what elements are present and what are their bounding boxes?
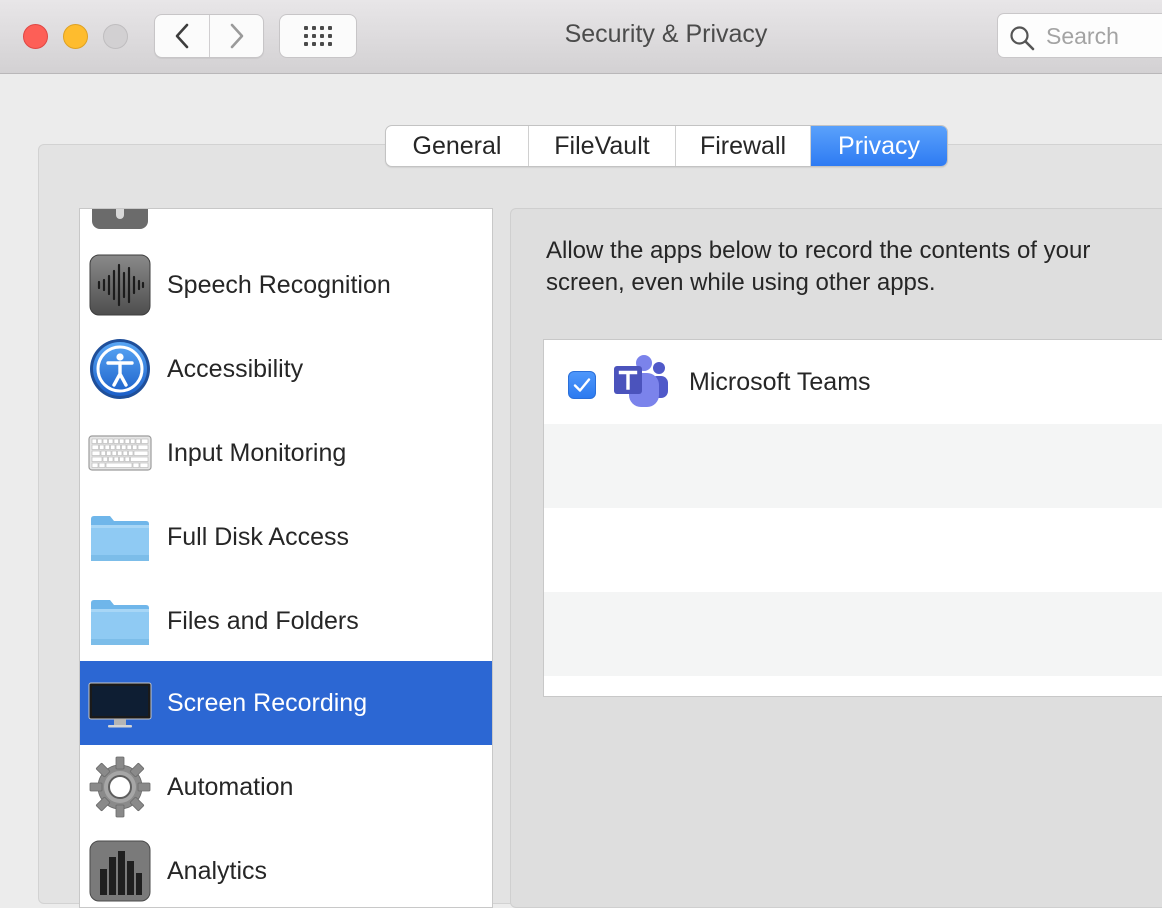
app-enabled-checkbox[interactable] [568, 371, 596, 399]
tab-privacy[interactable]: Privacy [811, 126, 947, 166]
navigation-buttons [154, 14, 264, 58]
category-microphone[interactable] [80, 209, 492, 243]
accessibility-icon [90, 339, 150, 399]
category-full-disk-access[interactable]: Full Disk Access [80, 495, 492, 579]
category-label: Full Disk Access [167, 523, 349, 551]
category-label: Analytics [167, 857, 268, 885]
microsoft-teams-icon [614, 355, 668, 407]
grid-icon [304, 26, 332, 46]
app-list[interactable]: Microsoft Teams [543, 339, 1162, 697]
search-input[interactable] [1044, 20, 1162, 52]
minimize-window-button[interactable] [63, 24, 88, 49]
display-icon [88, 682, 152, 728]
keyboard-icon [88, 435, 152, 471]
app-row-microsoft-teams[interactable]: Microsoft Teams [544, 340, 1162, 424]
search-field[interactable] [997, 13, 1162, 58]
category-analytics[interactable]: Analytics [80, 829, 492, 907]
chevron-left-icon [175, 23, 189, 49]
folder-icon [91, 516, 149, 561]
close-window-button[interactable] [23, 24, 48, 49]
waveform-icon [89, 254, 151, 316]
category-screen-recording[interactable]: Screen Recording [80, 661, 492, 745]
description-text: Allow the apps below to record the conte… [546, 237, 1091, 296]
back-button[interactable] [155, 15, 210, 57]
category-automation[interactable]: Automation [80, 745, 492, 829]
chevron-right-icon [230, 23, 244, 49]
category-files-and-folders[interactable]: Files and Folders [80, 579, 492, 663]
tab-general[interactable]: General [386, 126, 529, 166]
show-all-button[interactable] [279, 14, 357, 58]
checkmark-icon [573, 378, 591, 392]
tab-filevault[interactable]: FileVault [529, 126, 676, 166]
bar-chart-icon [89, 840, 151, 902]
category-label: Speech Recognition [167, 271, 391, 299]
category-label: Screen Recording [167, 689, 368, 717]
category-label: Files and Folders [167, 607, 359, 635]
empty-row [544, 508, 1162, 592]
tab-firewall[interactable]: Firewall [676, 126, 811, 166]
zoom-window-button[interactable] [103, 24, 128, 49]
category-label: Automation [167, 773, 294, 801]
search-icon [1010, 26, 1035, 51]
gear-icon [89, 756, 151, 818]
category-input-monitoring[interactable]: Input Monitoring [80, 411, 492, 495]
category-speech-recognition[interactable]: Speech Recognition [80, 243, 492, 327]
microphone-icon [92, 209, 148, 229]
category-accessibility[interactable]: Accessibility [80, 327, 492, 411]
title-bar: Security & Privacy [0, 0, 1162, 74]
window-title: Security & Privacy [564, 20, 768, 48]
empty-row [544, 424, 1162, 508]
forward-button[interactable] [210, 15, 264, 57]
empty-row [544, 592, 1162, 676]
category-label: Accessibility [167, 355, 304, 383]
tab-bar: General FileVault Firewall Privacy [385, 125, 948, 167]
category-label: Input Monitoring [167, 439, 347, 467]
app-name: Microsoft Teams [689, 368, 871, 396]
folder-icon [91, 600, 149, 645]
privacy-category-list[interactable]: Speech Recognition Accessibility Input M… [79, 208, 493, 908]
